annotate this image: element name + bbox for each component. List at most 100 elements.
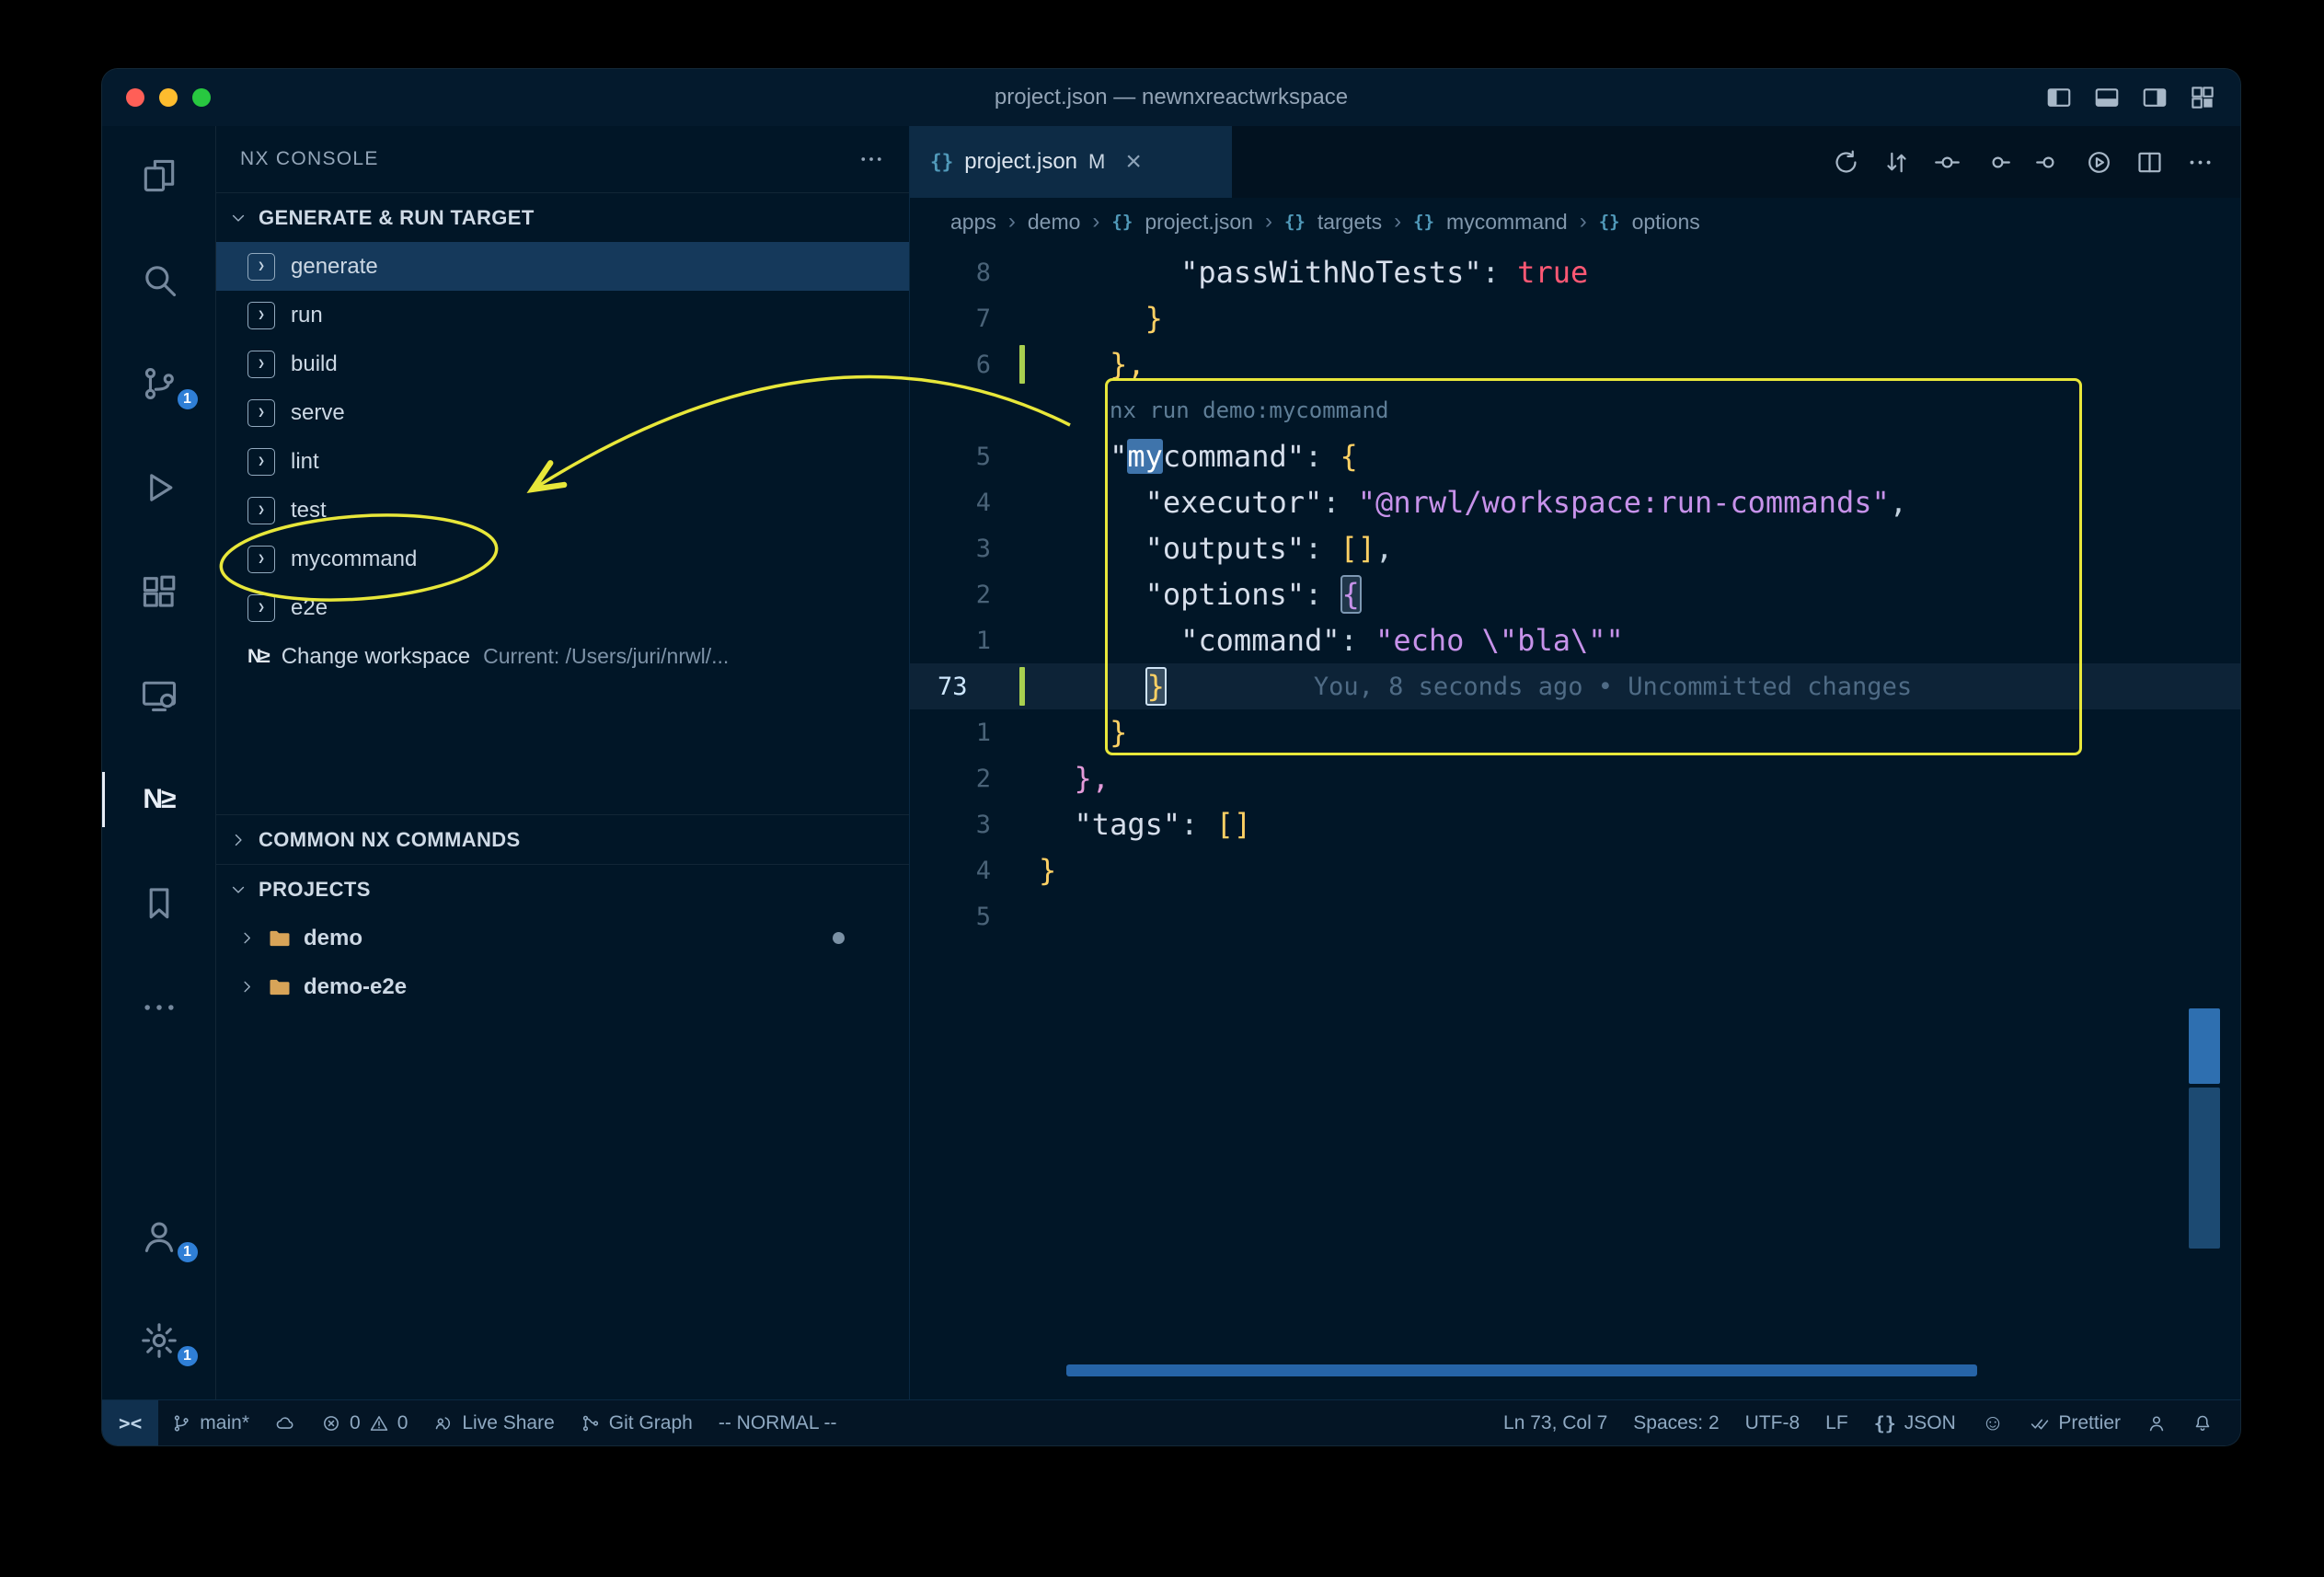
customize-layout-button[interactable] <box>2189 84 2216 111</box>
layout-sidebar-left-button[interactable] <box>2045 84 2073 111</box>
project-item-demo[interactable]: demo <box>216 914 909 962</box>
open-changes-button[interactable] <box>1933 148 1962 177</box>
layout-panel-bottom-button[interactable] <box>2093 84 2121 111</box>
code-line[interactable]: 7 } <box>910 295 2240 341</box>
status-remote[interactable]: >< <box>102 1400 158 1445</box>
next-revision-button[interactable] <box>2034 148 2063 177</box>
code-line[interactable]: 4} <box>910 847 2240 893</box>
tab-project-json[interactable]: {} project.json M × <box>910 126 1232 198</box>
activity-bookmarks[interactable] <box>102 869 216 938</box>
breadcrumb-item-demo[interactable]: demo <box>1028 210 1081 235</box>
layout-sidebar-right-button[interactable] <box>2141 84 2169 111</box>
explorer-icon <box>139 155 179 196</box>
run-circle-button[interactable] <box>2085 148 2113 177</box>
code-line[interactable]: 5 <box>910 893 2240 939</box>
breadcrumb-item-options[interactable]: options <box>1632 210 1700 235</box>
line-number: 4 <box>910 857 1013 885</box>
close-window-button[interactable] <box>126 88 144 107</box>
line-number: 3 <box>910 535 1013 563</box>
face-icon: ☺ <box>1982 1412 2005 1434</box>
project-item-demo-e2e[interactable]: demo-e2e <box>216 962 909 1011</box>
status-extension-face[interactable]: ☺ <box>1969 1400 2018 1445</box>
activity-bar-bottom: 11 <box>102 1202 215 1399</box>
breadcrumb-item-apps[interactable]: apps <box>950 210 996 235</box>
status-feedback[interactable] <box>2134 1400 2180 1445</box>
horizontal-scrollbar[interactable] <box>1066 1364 1977 1376</box>
code-line[interactable]: 1 "command": "echo \"bla\"" <box>910 617 2240 663</box>
target-item-run[interactable]: ❯run <box>216 291 909 340</box>
status-indentation[interactable]: Spaces: 2 <box>1620 1400 1731 1445</box>
activity-explorer[interactable] <box>102 141 216 211</box>
split-editor-button[interactable] <box>2135 148 2164 177</box>
activity-run-debug[interactable] <box>102 453 216 523</box>
breadcrumb-item-targets[interactable]: targets <box>1317 210 1382 235</box>
status-branch[interactable]: main* <box>158 1400 262 1445</box>
target-item-mycommand[interactable]: ❯mycommand <box>216 535 909 583</box>
activity-nx-console[interactable]: N≥ <box>102 765 216 835</box>
status-encoding[interactable]: UTF-8 <box>1732 1400 1813 1445</box>
section-generate-run-target[interactable]: GENERATE & RUN TARGET <box>216 192 909 242</box>
section-projects[interactable]: PROJECTS <box>216 864 909 914</box>
target-item-build[interactable]: ❯build <box>216 340 909 388</box>
change-workspace-item[interactable]: N≥ Change workspace Current: /Users/juri… <box>216 632 909 681</box>
activity-remote-explorer[interactable] <box>102 661 216 731</box>
close-tab-icon[interactable]: × <box>1125 148 1142 176</box>
status-label: Ln 73, Col 7 <box>1503 1412 1607 1434</box>
breadcrumb-item-mycommand[interactable]: mycommand <box>1446 210 1568 235</box>
sidebar-title: NX CONSOLE <box>240 148 379 170</box>
target-item-generate[interactable]: ❯generate <box>216 242 909 291</box>
prev-revision-button[interactable] <box>1984 148 2012 177</box>
status-cursor-position[interactable]: Ln 73, Col 7 <box>1490 1400 1620 1445</box>
status-notifications[interactable] <box>2180 1400 2226 1445</box>
code-line[interactable]: 4 "executor": "@nrwl/workspace:run-comma… <box>910 479 2240 525</box>
code-line[interactable]: 6 }, <box>910 341 2240 387</box>
line-number: 2 <box>910 581 1013 609</box>
target-item-e2e[interactable]: ❯e2e <box>216 583 909 632</box>
chevron-down-icon <box>229 209 247 227</box>
more-actions-button[interactable] <box>2186 148 2215 177</box>
line-number: 4 <box>910 489 1013 517</box>
zoom-window-button[interactable] <box>192 88 211 107</box>
activity-settings[interactable]: 1 <box>102 1306 216 1376</box>
activity-accounts[interactable]: 1 <box>102 1202 216 1272</box>
code-line[interactable]: 73 }You, 8 seconds ago • Uncommitted cha… <box>910 663 2240 709</box>
code-editor[interactable]: 8 "passWithNoTests": true7 }6 }, nx run d… <box>910 246 2240 1399</box>
nx-console-icon: N≥ <box>143 784 174 815</box>
activity-search[interactable] <box>102 245 216 315</box>
target-item-test[interactable]: ❯test <box>216 486 909 535</box>
status-git-graph[interactable]: Git Graph <box>568 1400 706 1445</box>
target-item-serve[interactable]: ❯serve <box>216 388 909 437</box>
code-lens[interactable]: nx run demo:mycommand <box>1110 397 1388 423</box>
status-problems[interactable]: 00 <box>308 1400 420 1445</box>
code-line[interactable]: 3 "tags": [] <box>910 801 2240 847</box>
status-sync[interactable] <box>262 1400 308 1445</box>
tab-bar: {} project.json M × <box>910 126 2240 198</box>
accounts-icon <box>139 1216 179 1257</box>
status-live-share[interactable]: Live Share <box>420 1400 567 1445</box>
activity-source-control[interactable]: 1 <box>102 349 216 419</box>
compare-changes-button[interactable] <box>1882 148 1911 177</box>
minimize-window-button[interactable] <box>159 88 178 107</box>
target-label: lint <box>291 449 319 475</box>
section-common-nx-commands[interactable]: COMMON NX COMMANDS <box>216 814 909 864</box>
code-line[interactable]: 1 } <box>910 709 2240 755</box>
breadcrumb-item-project.json[interactable]: project.json <box>1145 210 1253 235</box>
activity-more[interactable] <box>102 973 216 1042</box>
code-line[interactable]: 5 "mycommand": { <box>910 433 2240 479</box>
activity-extensions[interactable] <box>102 557 216 627</box>
status-eol[interactable]: LF <box>1812 1400 1861 1445</box>
code-lens-row[interactable]: nx run demo:mycommand <box>910 387 2240 433</box>
target-item-lint[interactable]: ❯lint <box>216 437 909 486</box>
code-line[interactable]: 8 "passWithNoTests": true <box>910 249 2240 295</box>
sidebar-more-actions-button[interactable] <box>857 145 885 173</box>
projects-list: demodemo-e2e <box>216 914 909 1011</box>
extensions-icon <box>139 571 179 612</box>
status-vim-mode[interactable]: -- NORMAL -- <box>706 1400 850 1445</box>
code-line[interactable]: 2 }, <box>910 755 2240 801</box>
status-prettier[interactable]: Prettier <box>2017 1400 2134 1445</box>
status-language-mode[interactable]: {}JSON <box>1861 1400 1969 1445</box>
code-line[interactable]: 3 "outputs": [], <box>910 525 2240 571</box>
code-line[interactable]: 2 "options": { <box>910 571 2240 617</box>
run-target-icon: ❯ <box>247 351 275 378</box>
history-button[interactable] <box>1832 148 1860 177</box>
